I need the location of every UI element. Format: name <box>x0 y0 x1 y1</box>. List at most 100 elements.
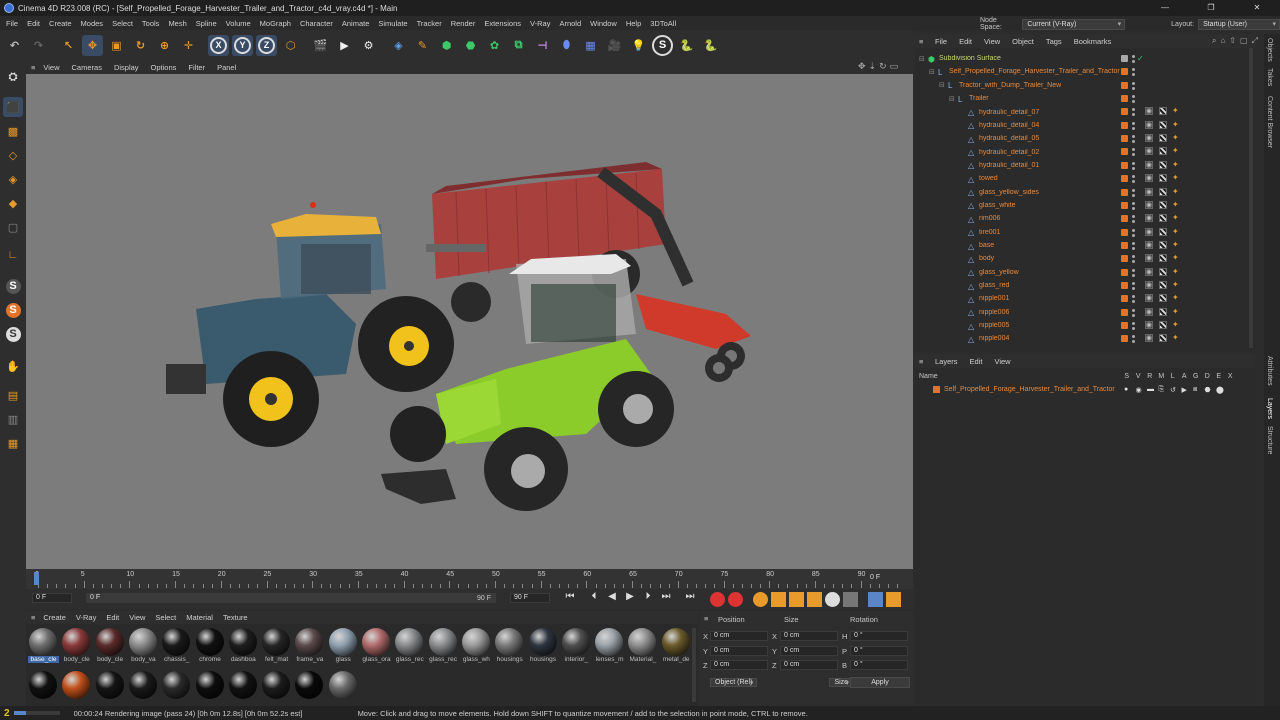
editor-visibility-dot[interactable] <box>1132 135 1135 139</box>
viewport-menu-filter[interactable]: Filter <box>188 63 205 72</box>
tree-expander-icon[interactable]: ⊟ <box>939 81 945 89</box>
object-name[interactable]: nipple005 <box>979 322 1009 329</box>
object-menu-edit[interactable]: Edit <box>959 37 972 46</box>
object-tree-row[interactable]: ⊟ ⬢ Subdivision Surface ✓ <box>915 52 1255 65</box>
phong-tag-icon[interactable]: ✦ <box>1172 160 1179 169</box>
planar-workplane-icon[interactable]: ▥ <box>3 409 23 429</box>
material-swatch[interactable]: glass <box>328 628 359 663</box>
render-picture-viewer-icon[interactable]: ▶ <box>334 35 355 56</box>
object-menu-file[interactable]: File <box>935 37 947 46</box>
object-tree-row[interactable]: △ nipple001 ✦ <box>915 292 1255 305</box>
layer-color-swatch[interactable] <box>1121 241 1128 249</box>
object-tree-row[interactable]: △ glass_yellow_sides ✦ <box>915 186 1255 199</box>
axis-mode-icon[interactable]: ∟ <box>3 245 23 265</box>
close-button[interactable]: ✕ <box>1234 0 1280 16</box>
menu-edit[interactable]: Edit <box>27 19 40 28</box>
layer-toggle-icon[interactable]: ▶ <box>1182 386 1187 394</box>
material-swatch[interactable]: glass_ora <box>361 628 392 663</box>
object-name[interactable]: Self_Propelled_Forage_Harvester_Trailer_… <box>949 68 1120 75</box>
3d-viewport[interactable] <box>26 74 913 569</box>
texture-tag-icon[interactable] <box>1159 254 1167 263</box>
phong-tag-icon[interactable]: ✦ <box>1172 333 1179 342</box>
lock-workplane-icon[interactable]: ▤ <box>3 385 23 405</box>
rotation-p-field[interactable]: 0 ° <box>850 645 908 656</box>
go-to-start-icon[interactable]: ⏮ <box>561 591 579 602</box>
layer-toggle-icon[interactable]: ● <box>1124 386 1128 393</box>
rotation-b-field[interactable]: 0 ° <box>850 660 908 670</box>
phong-tag-icon[interactable]: ✦ <box>1172 146 1179 155</box>
editor-visibility-dot[interactable] <box>1132 121 1135 125</box>
layer-color-swatch[interactable] <box>1121 215 1128 223</box>
size-y-field[interactable]: 0 cm <box>780 645 838 656</box>
render-visibility-dot[interactable] <box>1132 273 1135 277</box>
parameter-key-icon[interactable] <box>825 592 840 607</box>
prev-frame-icon[interactable]: ◀ <box>603 591 621 602</box>
texture-tag-icon[interactable] <box>1159 214 1167 223</box>
motion-path-icon[interactable] <box>868 592 883 607</box>
object-name[interactable]: Subdivision Surface <box>939 55 1001 62</box>
layer-color-swatch[interactable] <box>933 386 940 393</box>
menu-tracker[interactable]: Tracker <box>417 19 442 28</box>
material-swatch[interactable]: lenses_m <box>594 628 625 663</box>
editor-visibility-dot[interactable] <box>1132 161 1135 165</box>
material-swatch[interactable] <box>28 671 59 699</box>
object-name[interactable]: hydraulic_detail_05 <box>979 135 1039 142</box>
object-name[interactable]: hydraulic_detail_07 <box>979 109 1039 116</box>
tree-expander-icon[interactable]: ⊟ <box>949 95 955 103</box>
playhead[interactable] <box>34 572 39 585</box>
pla-key-icon[interactable] <box>843 592 858 607</box>
editor-visibility-dot[interactable] <box>1132 68 1135 72</box>
object-name[interactable]: hydraulic_detail_04 <box>979 122 1039 129</box>
pen-spline-icon[interactable]: ✎ <box>412 35 433 56</box>
render-visibility-dot[interactable] <box>1132 73 1135 77</box>
render-visibility-dot[interactable] <box>1132 206 1135 210</box>
object-tree-row[interactable]: △ rim006 ✦ <box>915 212 1255 225</box>
layer-column-s[interactable]: S <box>1121 373 1133 380</box>
position-z-field[interactable]: 0 cm <box>710 660 768 670</box>
material-swatch[interactable]: housings <box>494 628 525 663</box>
material-swatch[interactable]: chassis_ <box>161 628 192 663</box>
render-visibility-dot[interactable] <box>1132 113 1135 117</box>
material-swatch[interactable] <box>228 671 259 699</box>
texture-mode-icon[interactable]: ▩ <box>3 121 23 141</box>
object-name[interactable]: hydraulic_detail_02 <box>979 149 1039 156</box>
layer-color-swatch[interactable] <box>1121 188 1128 196</box>
material-swatch[interactable]: dashboa <box>228 628 259 663</box>
layer-menu-layers[interactable]: Layers <box>935 357 958 366</box>
texture-tag-icon[interactable] <box>1159 174 1167 183</box>
texture-tag-icon[interactable] <box>1159 294 1167 303</box>
layer-toggle-icon[interactable]: ↺ <box>1170 386 1176 394</box>
scale-tool-icon[interactable]: ▣ <box>106 35 127 56</box>
material-swatch[interactable]: glass_rec <box>428 628 459 663</box>
texture-tag-icon[interactable] <box>1159 334 1167 343</box>
menu-animate[interactable]: Animate <box>342 19 370 28</box>
render-visibility-dot[interactable] <box>1132 340 1135 344</box>
material-menu-edit[interactable]: Edit <box>106 613 119 622</box>
layer-color-swatch[interactable] <box>1121 161 1128 169</box>
render-view-icon[interactable]: 🎬 <box>310 35 331 56</box>
layer-column-l[interactable]: L <box>1167 373 1179 380</box>
material-swatch[interactable]: glass_rec <box>394 628 425 663</box>
object-tree-row[interactable]: △ tire001 ✦ <box>915 226 1255 239</box>
render-visibility-dot[interactable] <box>1132 180 1135 184</box>
phong-tag-icon[interactable]: ✦ <box>1172 133 1179 142</box>
cloner-icon[interactable]: ✿ <box>484 35 505 56</box>
material-swatch[interactable] <box>328 671 359 699</box>
object-name[interactable]: glass_white <box>979 202 1016 209</box>
menu-modes[interactable]: Modes <box>81 19 104 28</box>
render-visibility-dot[interactable] <box>1132 166 1135 170</box>
record-keyframe-icon[interactable] <box>710 592 725 607</box>
object-tree-row[interactable]: △ nipple004 ✦ <box>915 332 1255 345</box>
layer-column-e[interactable]: E <box>1213 373 1225 380</box>
render-visibility-dot[interactable] <box>1132 233 1135 237</box>
material-swatch[interactable] <box>261 671 292 699</box>
next-key-icon[interactable]: ⏭ <box>657 591 675 602</box>
editor-visibility-dot[interactable] <box>1132 322 1135 325</box>
material-swatch[interactable]: housings <box>528 628 559 663</box>
material-swatch[interactable]: body_cle <box>61 628 92 663</box>
object-tree-row[interactable]: △ nipple006 ✦ <box>915 306 1255 319</box>
layer-column-v[interactable]: V <box>1133 373 1145 380</box>
z-axis-lock-button[interactable]: Z <box>256 34 277 56</box>
coordinate-system-icon[interactable]: ⬡ <box>280 35 301 56</box>
coordinate-mode-dropdown[interactable]: Object (Rel) <box>710 678 758 687</box>
